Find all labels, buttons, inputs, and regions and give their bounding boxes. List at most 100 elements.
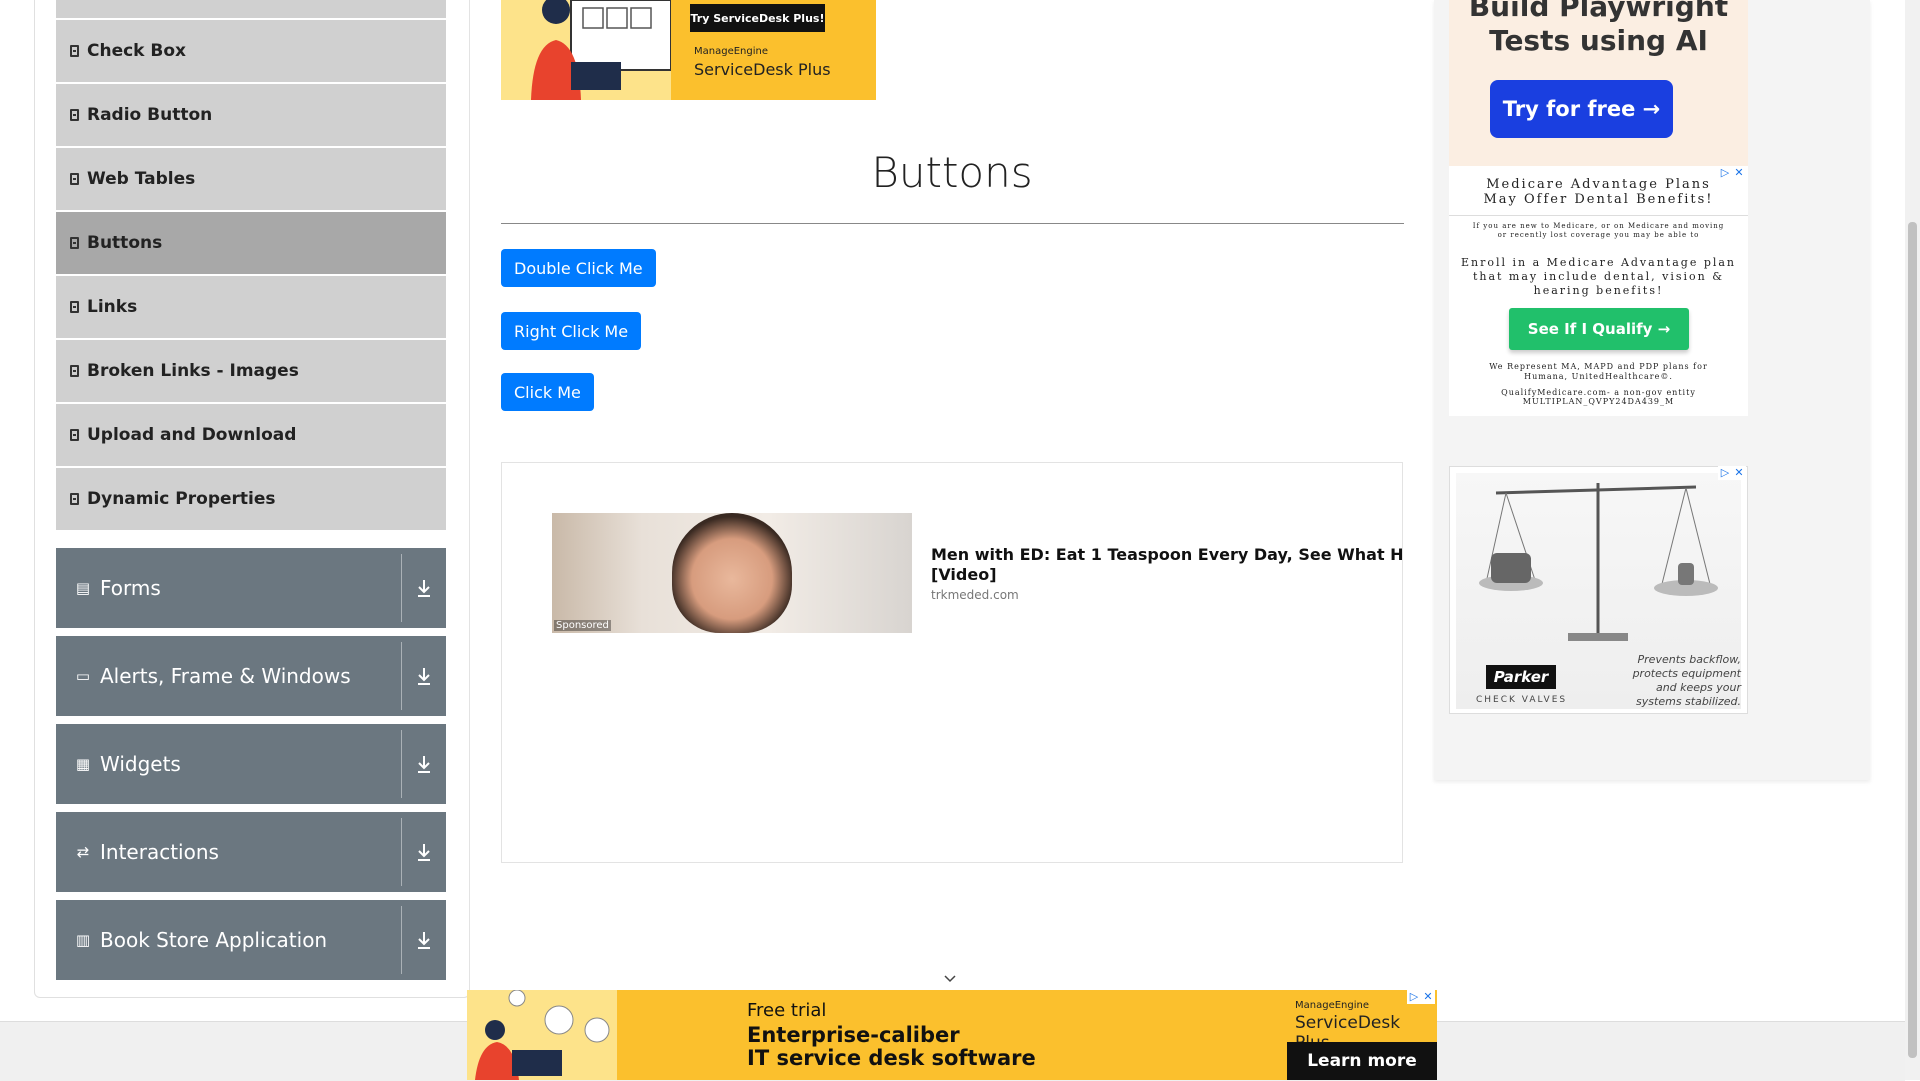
group-interactions[interactable]: ⇄ Interactions	[56, 812, 446, 892]
medicare-ad-body: Enroll in a Medicare Advantage plan that…	[1460, 256, 1737, 297]
playwright-ad-title-line2: Tests using AI	[1489, 24, 1708, 57]
menu-item-upload-download[interactable]: Upload and Download	[56, 404, 446, 466]
chevron-down-icon[interactable]	[943, 972, 957, 986]
scrollbar-thumb[interactable]	[1908, 222, 1917, 1058]
top-banner-ad[interactable]: Try ServiceDesk Plus! ManageEngine Servi…	[501, 0, 876, 100]
group-label: Interactions	[100, 840, 219, 864]
ad-photo[interactable]: Sponsored	[552, 513, 912, 633]
medicare-ad[interactable]: Medicare Advantage Plans May Offer Denta…	[1449, 166, 1748, 416]
menu-item-broken-links[interactable]: Broken Links - Images	[56, 340, 446, 402]
click-me-button[interactable]: Click Me	[501, 373, 594, 411]
ad-headline[interactable]: Men with ED: Eat 1 Teaspoon Every Day, S…	[931, 545, 1402, 565]
divider	[401, 642, 402, 710]
menu-item-check-box[interactable]: Check Box	[56, 20, 446, 82]
title-divider	[501, 223, 1404, 224]
divider	[401, 554, 402, 622]
ad-photo-face	[672, 513, 792, 633]
right-click-button[interactable]: Right Click Me	[501, 312, 642, 350]
ad-headline-line1: Enterprise-caliber	[747, 1023, 960, 1047]
see-if-i-qualify-button[interactable]: See If I Qualify →	[1509, 308, 1689, 350]
menu-item-buttons[interactable]: Buttons	[56, 212, 446, 274]
try-for-free-button[interactable]: Try for free →	[1490, 80, 1673, 138]
divider	[401, 730, 402, 798]
adchoices-play-icon[interactable]: ▷	[1718, 166, 1732, 180]
ad-cta-button[interactable]: Try ServiceDesk Plus!	[690, 4, 825, 32]
learn-more-button[interactable]: Learn more	[1287, 1042, 1437, 1080]
divider	[401, 906, 402, 974]
bottom-banner-ad[interactable]: Free trial Enterprise-caliber IT service…	[467, 990, 1437, 1080]
adchoices-close-icon[interactable]: ✕	[1421, 990, 1435, 1004]
adchoices-play-icon[interactable]: ▷	[1718, 466, 1732, 480]
menu-item-web-tables[interactable]: Web Tables	[56, 148, 446, 210]
download-icon[interactable]	[414, 752, 434, 776]
playwright-ad[interactable]: Build Playwright Tests using AI Try for …	[1449, 0, 1748, 166]
medicare-ad-heading-line2: May Offer Dental Benefits!	[1483, 192, 1714, 207]
ad-headline-line2: IT service desk software	[747, 1046, 1036, 1070]
divider	[1449, 215, 1748, 216]
sponsored-label: Sponsored	[554, 620, 611, 631]
menu-item-label: Check Box	[87, 41, 187, 61]
menu-item-label: Web Tables	[87, 169, 196, 189]
menu-item-label: Radio Button	[87, 105, 213, 125]
window-icon: ▭	[75, 667, 91, 685]
adchoices[interactable]: ▷ ✕	[1407, 990, 1437, 1004]
download-icon[interactable]	[414, 840, 434, 864]
playwright-ad-title: Build Playwright Tests using AI	[1449, 0, 1748, 58]
grid-icon: ▦	[75, 755, 91, 773]
menu-item-radio-button[interactable]: Radio Button	[56, 84, 446, 146]
ad-brand-small: ManageEngine	[694, 46, 768, 57]
medicare-ad-heading-line1: Medicare Advantage Plans	[1486, 177, 1711, 192]
parker-subtitle: CHECK VALVES	[1476, 695, 1568, 705]
ad-trial-text: Free trial	[747, 1000, 827, 1021]
adchoices[interactable]: ▷ ✕	[1718, 466, 1748, 480]
group-widgets[interactable]: ▦ Widgets	[56, 724, 446, 804]
medicare-ad-disclaimer: QualifyMedicare.com- a non-gov entity MU…	[1469, 388, 1728, 406]
double-click-button[interactable]: Double Click Me	[501, 249, 656, 287]
playwright-ad-title-line1: Build Playwright	[1468, 0, 1729, 23]
menu-item-label: Links	[87, 297, 138, 317]
sponsored-content-ad[interactable]: Sponsored Men with ED: Eat 1 Teaspoon Ev…	[501, 462, 1403, 863]
menu-item-label: Buttons	[87, 233, 163, 253]
medicare-ad-disclaimer-line2: MULTIPLAN_QVPY24DA439_M	[1522, 397, 1675, 406]
list-icon	[70, 173, 79, 185]
interaction-icon: ⇄	[76, 843, 90, 861]
ad-brand-large: ServiceDesk Plus	[694, 60, 831, 79]
menu-item-previous[interactable]	[56, 0, 446, 18]
medicare-ad-intro: If you are new to Medicare, or on Medica…	[1472, 222, 1725, 239]
group-alerts-frame-windows[interactable]: ▭ Alerts, Frame & Windows	[56, 636, 446, 716]
ad-domain: trkmeded.com	[931, 588, 1019, 602]
group-book-store[interactable]: ▥ Book Store Application	[56, 900, 446, 980]
group-forms[interactable]: ▤ Forms	[56, 548, 446, 628]
adchoices-play-icon[interactable]: ▷	[1407, 990, 1421, 1004]
list-icon	[70, 365, 79, 377]
adchoices[interactable]: ▷ ✕	[1718, 166, 1748, 180]
parker-ad[interactable]: Parker CHECK VALVES Prevents backflow, p…	[1449, 466, 1748, 714]
ad-illustration	[501, 0, 672, 100]
books-icon: ▥	[75, 931, 91, 949]
ad-illustration	[467, 990, 617, 1080]
menu-item-links[interactable]: Links	[56, 276, 446, 338]
document-icon: ▤	[75, 579, 91, 597]
medicare-ad-disclaimer-line1: QualifyMedicare.com- a non-gov entity	[1501, 388, 1696, 397]
divider	[401, 818, 402, 886]
download-icon[interactable]	[414, 576, 434, 600]
parker-copy: Prevents backflow, protects equipment an…	[1632, 653, 1741, 708]
list-icon	[70, 301, 79, 313]
list-icon	[70, 237, 79, 249]
list-icon	[70, 109, 79, 121]
medicare-ad-heading: Medicare Advantage Plans May Offer Denta…	[1449, 177, 1748, 207]
list-icon	[70, 493, 79, 505]
group-label: Widgets	[100, 752, 181, 776]
group-label: Book Store Application	[100, 928, 328, 952]
ad-brand-small: ManageEngine	[1295, 1000, 1369, 1011]
menu-item-dynamic-properties[interactable]: Dynamic Properties	[56, 468, 446, 530]
group-label: Forms	[100, 576, 161, 600]
ad-headline-line2[interactable]: [Video]	[931, 565, 1402, 585]
page-title: Buttons	[871, 148, 1033, 197]
adchoices-close-icon[interactable]: ✕	[1732, 166, 1746, 180]
scrollbar[interactable]	[1905, 0, 1920, 1080]
scale-image: Parker CHECK VALVES Prevents backflow, p…	[1456, 473, 1741, 709]
download-icon[interactable]	[414, 928, 434, 952]
download-icon[interactable]	[414, 664, 434, 688]
adchoices-close-icon[interactable]: ✕	[1732, 466, 1746, 480]
